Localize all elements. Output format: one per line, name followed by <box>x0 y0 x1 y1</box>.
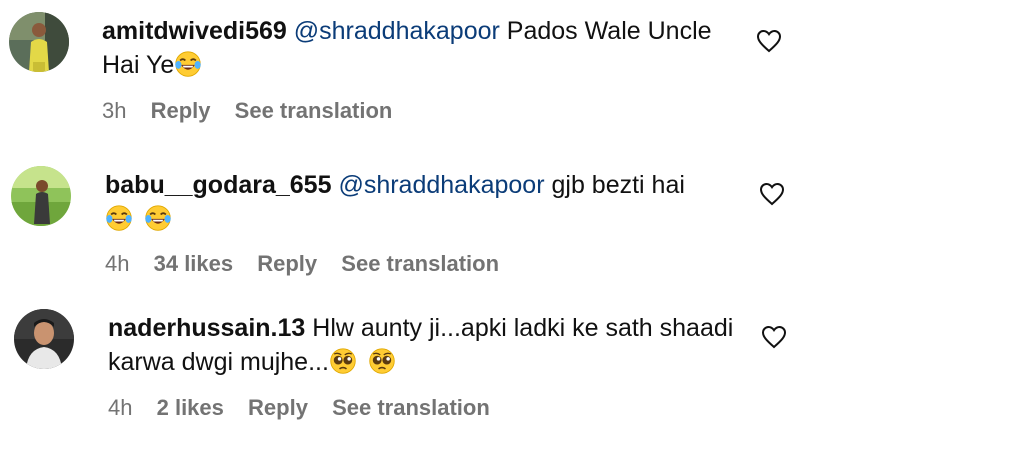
comment-body: babu__godara_655 @shraddhakapoor gjb bez… <box>105 168 745 236</box>
pleading-face-emoji-icon <box>329 347 357 375</box>
comment-mention[interactable]: @shraddhakapoor <box>294 17 500 45</box>
comment-text: karwa dwgi mujhe... <box>108 348 329 376</box>
reply-button[interactable]: Reply <box>151 98 211 123</box>
comment-username[interactable]: amitdwivedi569 <box>102 17 287 45</box>
see-translation-button[interactable]: See translation <box>332 395 490 420</box>
reply-button[interactable]: Reply <box>257 251 317 276</box>
laughing-tears-emoji-icon <box>174 50 202 78</box>
comment-body: amitdwivedi569 @shraddhakapoor Pados Wal… <box>102 14 742 82</box>
laughing-tears-emoji-icon <box>144 204 172 232</box>
comment-time: 4h <box>108 395 133 420</box>
comment-username[interactable]: babu__godara_655 <box>105 171 332 199</box>
comment-text: gjb bezti hai <box>551 171 685 199</box>
comment-time: 4h <box>105 251 130 276</box>
see-translation-button[interactable]: See translation <box>235 98 393 123</box>
comment-meta: 4h 2 likes Reply See translation <box>108 395 508 421</box>
likes-count[interactable]: 2 likes <box>157 395 224 420</box>
laughing-tears-emoji-icon <box>105 204 133 232</box>
comment-text: Hlw aunty ji...apki ladki ke sath shaadi <box>312 314 734 342</box>
comment-time: 3h <box>102 98 127 123</box>
avatar[interactable] <box>9 12 69 72</box>
reply-button[interactable]: Reply <box>248 395 308 420</box>
avatar[interactable] <box>11 166 71 226</box>
comment-username[interactable]: naderhussain.13 <box>108 314 305 342</box>
avatar[interactable] <box>14 309 74 369</box>
heart-outline-icon[interactable] <box>756 29 782 53</box>
pleading-face-emoji-icon <box>368 347 396 375</box>
comment-text: Hai Ye <box>102 51 175 79</box>
comment-list: amitdwivedi569 @shraddhakapoor Pados Wal… <box>0 0 1026 455</box>
see-translation-button[interactable]: See translation <box>341 251 499 276</box>
likes-count[interactable]: 34 likes <box>154 251 234 276</box>
heart-outline-icon[interactable] <box>761 325 787 349</box>
heart-outline-icon[interactable] <box>759 182 785 206</box>
comment-body: naderhussain.13 Hlw aunty ji...apki ladk… <box>108 311 748 379</box>
comment-meta: 3h Reply See translation <box>102 98 410 124</box>
comment-mention[interactable]: @shraddhakapoor <box>338 171 544 199</box>
comment-text: Pados Wale Uncle <box>506 17 712 45</box>
comment-meta: 4h 34 likes Reply See translation <box>105 251 517 277</box>
